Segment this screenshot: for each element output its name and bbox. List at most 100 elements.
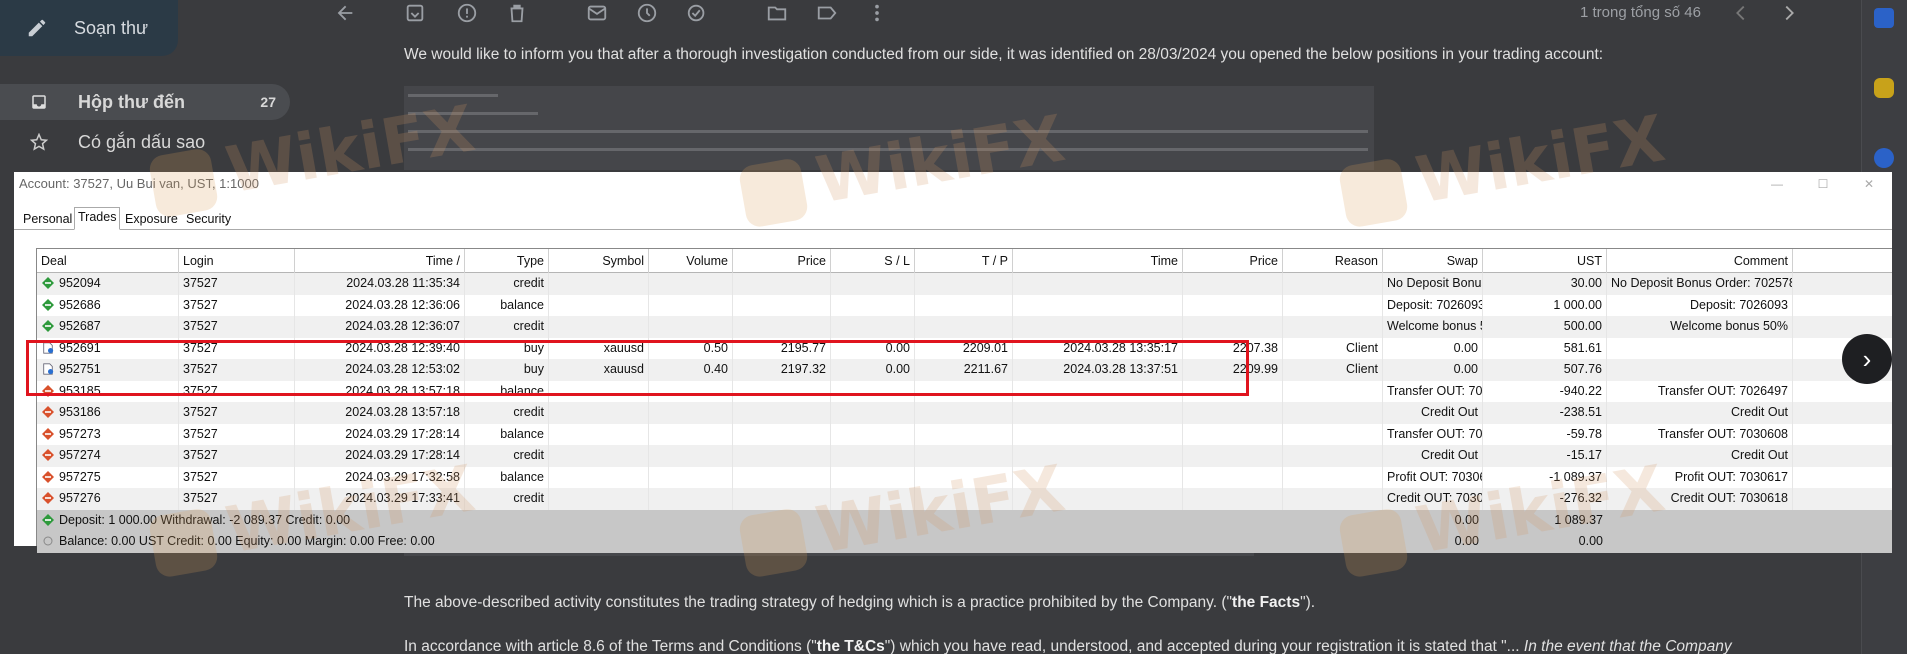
column-header[interactable]: Time xyxy=(1013,249,1183,273)
column-header[interactable]: Reason xyxy=(1283,249,1383,273)
cell-tp xyxy=(915,316,1013,338)
table-row[interactable]: 952687 37527 2024.03.28 12:36:07 credit Welc… xyxy=(37,316,1892,338)
minimize-icon[interactable]: — xyxy=(1754,172,1800,196)
summary-swap: 0.00 xyxy=(1454,512,1479,527)
cell-comment: Deposit: 7026093 xyxy=(1607,294,1793,316)
cell-login: 37527 xyxy=(179,466,295,488)
table-row[interactable]: 957276 37527 2024.03.29 17:33:41 credit Cred… xyxy=(37,488,1892,510)
cell-comment: Transfer OUT: 7026497 xyxy=(1607,380,1793,402)
cell-time2 xyxy=(1013,402,1183,424)
cell-ust: 500.00 xyxy=(1483,316,1607,338)
tab-security[interactable]: Security xyxy=(183,210,234,230)
cell-symbol xyxy=(549,294,649,316)
column-header[interactable]: Comment xyxy=(1607,249,1793,273)
cell-sl xyxy=(831,488,915,510)
window-title-bar: Account: 37527, Uu Bui van, UST, 1:1000 … xyxy=(14,172,1892,196)
cell-volume xyxy=(649,445,733,467)
keep-icon[interactable] xyxy=(1874,78,1894,98)
table-row[interactable]: 957275 37527 2024.03.29 17:32:58 balance Pro… xyxy=(37,466,1892,488)
withdraw-arrow-icon xyxy=(42,492,54,504)
cell-symbol xyxy=(549,273,649,295)
table-row[interactable]: 957273 37527 2024.03.29 17:28:14 balance Tra… xyxy=(37,423,1892,445)
back-arrow-icon[interactable] xyxy=(334,2,356,24)
sidebar-item-inbox[interactable]: Hộp thư đến 27 xyxy=(0,84,290,120)
cell-reason xyxy=(1283,445,1383,467)
column-header[interactable]: Price xyxy=(733,249,831,273)
column-header[interactable]: Symbol xyxy=(549,249,649,273)
cell-tp xyxy=(915,466,1013,488)
column-header[interactable]: Time / xyxy=(295,249,465,273)
column-header[interactable]: Login xyxy=(179,249,295,273)
tab-exposure[interactable]: Exposure xyxy=(122,210,181,230)
cell-swap: Transfer OUT: 7026497 xyxy=(1383,380,1483,402)
column-header[interactable]: Swap xyxy=(1383,249,1483,273)
cell-price2 xyxy=(1183,402,1283,424)
table-row[interactable]: 957274 37527 2024.03.29 17:28:14 credit Cred… xyxy=(37,445,1892,467)
deal-id: 957273 xyxy=(59,426,101,441)
table-row[interactable]: 953186 37527 2024.03.28 13:57:18 credit Cred… xyxy=(37,402,1892,424)
summary-swap: 0.00 xyxy=(1454,534,1479,548)
calendar-icon[interactable] xyxy=(1874,8,1894,28)
cell-symbol xyxy=(549,488,649,510)
label-icon[interactable] xyxy=(816,2,838,24)
tasks-icon[interactable] xyxy=(1874,148,1894,168)
column-header[interactable]: S / L xyxy=(831,249,915,273)
cell-volume xyxy=(649,488,733,510)
column-header[interactable]: UST xyxy=(1483,249,1607,273)
cell-volume xyxy=(649,466,733,488)
cell-type: balance xyxy=(465,423,549,445)
compose-button[interactable]: Soạn thư xyxy=(0,0,178,56)
cell-ust: 30.00 xyxy=(1483,273,1607,295)
cell-tp xyxy=(915,402,1013,424)
mark-unread-icon[interactable] xyxy=(586,2,608,24)
trades-table: Deal Login Time / Type Symbol Volume Price S / … xyxy=(36,248,1892,553)
cell-deal: 952094 xyxy=(37,273,179,295)
cell-deal: 952686 xyxy=(37,294,179,316)
cell-ust: -940.22 xyxy=(1483,380,1607,402)
tab-personal[interactable]: Personal xyxy=(20,210,75,230)
cell-price2 xyxy=(1183,466,1283,488)
table-row[interactable]: 952094 37527 2024.03.28 11:35:34 credit No D… xyxy=(37,273,1892,295)
table-row[interactable]: 952686 37527 2024.03.28 12:36:06 balance Dep… xyxy=(37,294,1892,316)
cell-deal: 957274 xyxy=(37,445,179,467)
close-icon[interactable]: ✕ xyxy=(1846,172,1892,196)
column-header[interactable]: Price xyxy=(1183,249,1283,273)
move-to-icon[interactable] xyxy=(766,2,788,24)
cell-price xyxy=(733,445,831,467)
cell-swap: Profit OUT: 7030617 xyxy=(1383,466,1483,488)
cell-comment: Credit Out xyxy=(1607,445,1793,467)
delete-icon[interactable] xyxy=(506,2,528,24)
cell-time2 xyxy=(1013,445,1183,467)
cell-swap: Credit Out xyxy=(1383,402,1483,424)
sidebar-item-starred[interactable]: Có gắn dấu sao xyxy=(0,124,290,160)
cell-deal: 957273 xyxy=(37,423,179,445)
next-image-button[interactable]: › xyxy=(1842,334,1892,384)
column-header[interactable]: Deal xyxy=(37,249,179,273)
column-header[interactable]: T / P xyxy=(915,249,1013,273)
chevron-right-icon: › xyxy=(1862,343,1872,374)
sidebar-item-label: Có gắn dấu sao xyxy=(78,131,206,152)
maximize-icon[interactable]: ☐ xyxy=(1800,172,1846,196)
archive-icon[interactable] xyxy=(404,2,426,24)
chevron-right-icon[interactable] xyxy=(1778,2,1800,24)
cell-deal: 952687 xyxy=(37,316,179,338)
cell-time: 2024.03.28 12:36:07 xyxy=(295,316,465,338)
column-header[interactable]: Type xyxy=(465,249,549,273)
cell-swap: Deposit: 7026093 xyxy=(1383,294,1483,316)
chevron-left-icon[interactable] xyxy=(1730,2,1752,24)
cell-time: 2024.03.29 17:33:41 xyxy=(295,488,465,510)
cell-time: 2024.03.28 13:57:18 xyxy=(295,402,465,424)
table-header: Deal Login Time / Type Symbol Volume Price S / … xyxy=(37,249,1892,273)
column-header[interactable]: Volume xyxy=(649,249,733,273)
cell-deal: 957275 xyxy=(37,466,179,488)
snooze-icon[interactable] xyxy=(636,2,658,24)
cell-time2 xyxy=(1013,423,1183,445)
tab-trades[interactable]: Trades xyxy=(74,207,121,230)
more-options-icon[interactable] xyxy=(866,2,888,24)
cell-volume xyxy=(649,294,733,316)
cell-price2 xyxy=(1183,423,1283,445)
add-task-icon[interactable] xyxy=(686,2,708,24)
cell-type: credit xyxy=(465,402,549,424)
report-spam-icon[interactable] xyxy=(456,2,478,24)
cell-ust: -15.17 xyxy=(1483,445,1607,467)
